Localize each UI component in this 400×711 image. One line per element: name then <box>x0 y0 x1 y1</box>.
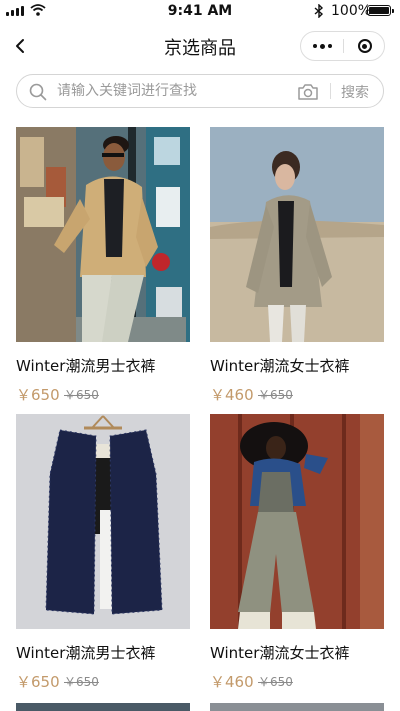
product-name: Winter潮流女士衣裤 <box>210 357 350 375</box>
search-button[interactable]: 搜索 <box>341 82 369 102</box>
product-card[interactable]: Winter潮流女士衣裤 ￥460 ￥650 <box>210 414 384 691</box>
search-input[interactable] <box>57 80 297 102</box>
product-image[interactable] <box>210 127 384 342</box>
product-image[interactable] <box>16 127 190 342</box>
product-image-partial[interactable] <box>210 703 384 711</box>
product-original-price: ￥650 <box>64 388 99 402</box>
miniprogram-capsule <box>300 31 385 61</box>
product-price: ￥650 <box>16 673 60 691</box>
product-name: Winter潮流女士衣裤 <box>210 644 350 662</box>
battery-percent: 100% <box>331 3 372 19</box>
product-name: Winter潮流男士衣裤 <box>16 644 156 662</box>
product-name: Winter潮流男士衣裤 <box>16 357 156 375</box>
close-circle-icon[interactable] <box>344 32 385 60</box>
bluetooth-icon <box>314 4 324 18</box>
product-price: ￥650 <box>16 386 60 404</box>
search-divider <box>330 83 331 99</box>
battery-icon <box>367 5 394 16</box>
product-price: ￥460 <box>210 386 254 404</box>
product-image[interactable] <box>16 414 190 629</box>
product-original-price: ￥650 <box>258 388 293 402</box>
nav-bar: 京选商品 <box>0 24 400 68</box>
product-card[interactable]: Winter潮流男士衣裤 ￥650 ￥650 <box>16 127 190 404</box>
search-icon <box>29 83 47 101</box>
product-image[interactable] <box>210 414 384 629</box>
status-bar: 9:41 AM 100% <box>0 0 400 24</box>
product-original-price: ￥650 <box>64 675 99 689</box>
product-card[interactable]: Winter潮流女士衣裤 ￥460 ￥650 <box>210 127 384 404</box>
product-image-partial[interactable] <box>16 703 190 711</box>
product-price: ￥460 <box>210 673 254 691</box>
more-dots-icon[interactable] <box>301 32 343 60</box>
camera-icon[interactable] <box>297 83 319 101</box>
search-bar: 搜索 <box>16 74 384 108</box>
product-original-price: ￥650 <box>258 675 293 689</box>
product-card[interactable]: Winter潮流男士衣裤 ￥650 ￥650 <box>16 414 190 691</box>
